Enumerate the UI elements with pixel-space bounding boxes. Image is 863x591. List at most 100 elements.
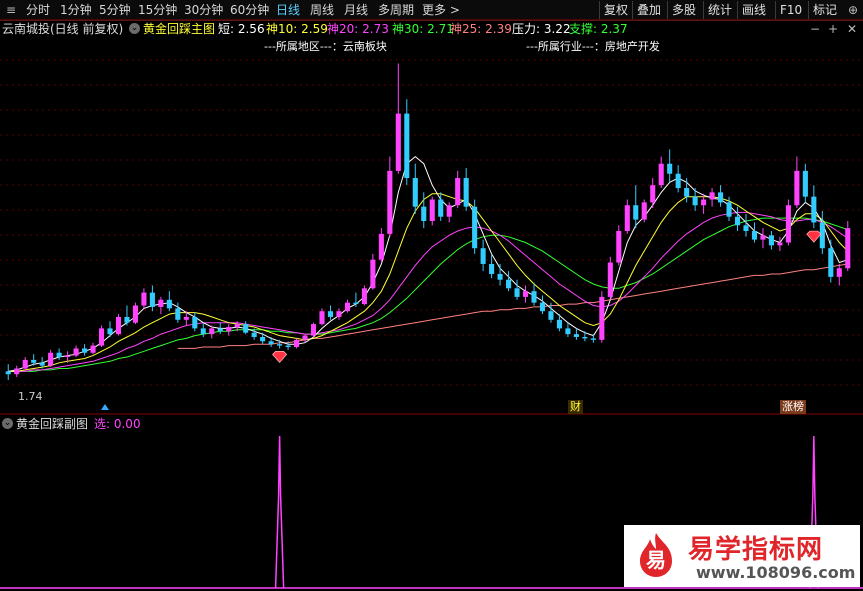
candle-body: [353, 302, 359, 305]
candle-body: [489, 263, 495, 274]
candle-body: [506, 279, 512, 289]
candle-body: [302, 335, 308, 340]
candle-body: [336, 311, 342, 317]
candle-body: [158, 299, 164, 307]
candle-body: [701, 199, 707, 206]
candle-body: [514, 288, 520, 297]
logo-char: 易: [646, 548, 666, 572]
watermark: 易 易学指标网 www.108096.com: [624, 525, 860, 587]
candle-body: [234, 324, 240, 327]
ma30-line: [8, 217, 848, 372]
candle-body: [395, 113, 401, 171]
candle-body: [361, 288, 367, 305]
candle-body: [531, 291, 537, 303]
candle-body: [556, 319, 562, 329]
candle-body: [667, 163, 673, 174]
sub-indicator-dropdown-icon[interactable]: ⌄: [2, 418, 13, 429]
candle-body: [548, 311, 554, 320]
candle-body: [455, 178, 461, 206]
candle-body: [718, 192, 724, 203]
candle-body: [472, 206, 478, 249]
candle-body: [658, 163, 664, 186]
candle-body: [251, 332, 257, 337]
arrow-up-icon: [101, 404, 109, 410]
candle-body: [200, 328, 206, 335]
candle-body: [607, 262, 613, 297]
candle-body: [387, 170, 393, 234]
candle-body: [260, 336, 266, 342]
candle-body: [73, 348, 79, 356]
candle-body: [82, 348, 88, 353]
candle-body: [684, 188, 690, 197]
candle-body: [344, 302, 350, 312]
candle-body: [599, 296, 605, 340]
sub-indicator-value: 选: 0.00: [94, 417, 141, 431]
low-price-label: 1.74: [18, 390, 43, 403]
candle-body: [836, 268, 842, 277]
diamond-signal-icon: [806, 230, 822, 243]
candle-body: [624, 205, 630, 232]
candle-body: [819, 222, 825, 249]
candle-body: [828, 248, 834, 277]
candle-body: [5, 371, 11, 375]
ma20-line: [8, 211, 849, 372]
candle-body: [183, 316, 189, 320]
candle-body: [438, 199, 444, 217]
candle-body: [149, 292, 155, 307]
tag-zhangbang[interactable]: 涨榜: [780, 400, 806, 414]
candle-body: [522, 291, 529, 297]
sub-info-bar: ⌄ 黄金回踩副图 选: 0.00: [0, 416, 400, 432]
candle-body: [650, 185, 656, 203]
kline-chart[interactable]: [0, 0, 863, 591]
candle-body: [811, 196, 817, 223]
candle-body: [327, 311, 334, 317]
candle-body: [90, 345, 96, 353]
candle-body: [132, 305, 138, 323]
candle-body: [573, 334, 579, 337]
candle-body: [760, 235, 766, 240]
candle-body: [14, 368, 20, 375]
candle-body: [480, 248, 486, 264]
candle-body: [675, 173, 681, 189]
ma-short-line: [8, 155, 848, 372]
candle-body: [370, 259, 376, 289]
diamond-signal-icon: [272, 351, 288, 364]
industry-label: ---所属行业---：房地产开发: [526, 40, 660, 53]
candle-body: [446, 205, 452, 217]
candle-body: [175, 308, 181, 320]
candle-body: [463, 178, 469, 207]
flame-logo-icon: 易: [640, 533, 672, 577]
ma25-line: [177, 263, 848, 349]
candle-body: [98, 328, 105, 346]
candle-body: [794, 170, 800, 206]
candle-body: [319, 311, 325, 325]
candle-body: [802, 170, 808, 197]
candle-body: [277, 344, 283, 346]
candle-body: [31, 359, 37, 363]
candle-body: [217, 328, 223, 332]
candle-body: [141, 292, 147, 306]
region-label: ---所属地区---：云南板块: [264, 40, 387, 53]
candle-body: [39, 362, 45, 366]
sub-spike: [274, 435, 285, 589]
candle-body: [582, 336, 588, 339]
candle-body: [48, 352, 54, 366]
candle-body: [692, 196, 698, 206]
tag-cai[interactable]: 财: [568, 400, 583, 414]
candle-body: [743, 225, 749, 232]
candle-body: [378, 233, 384, 260]
candle-body: [768, 235, 774, 246]
candle-body: [243, 324, 249, 333]
candle-body: [226, 326, 232, 332]
candle-body: [421, 206, 427, 221]
candle-body: [845, 228, 851, 269]
candle-body: [285, 345, 291, 348]
candle-body: [633, 205, 639, 220]
candle-body: [412, 178, 418, 207]
candle-body: [124, 316, 130, 323]
candle-body: [22, 359, 28, 369]
candle-body: [726, 202, 732, 217]
candle-body: [734, 216, 741, 226]
sub-indicator-name[interactable]: 黄金回踩副图: [16, 416, 88, 432]
candle-body: [777, 242, 783, 246]
